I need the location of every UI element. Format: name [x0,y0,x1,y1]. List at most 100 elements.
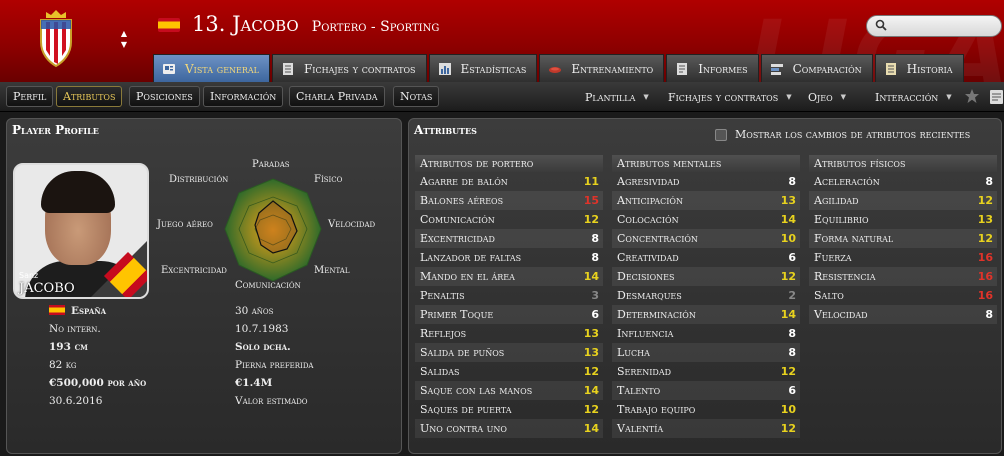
attribute-value: 16 [977,289,993,302]
attribute-row[interactable]: Velocidad 8 [809,305,997,324]
player-info-grid: España 30 años No intern. 10.7.1983 193 … [49,305,389,413]
header-bar: LIGA ▲ ▼ 13. Jacobo Portero - Sporting V… [0,0,1004,82]
mental-attributes-column: Atributos mentales Agresividad 8 Anticipac… [612,155,800,438]
attribute-row[interactable]: Decisiones 12 [612,267,800,286]
attribute-row[interactable]: Anticipación 13 [612,191,800,210]
club-crest-icon [40,10,72,68]
tab-comparison[interactable]: Comparación [760,54,873,82]
attribute-row[interactable]: Valentía 12 [612,419,800,438]
attribute-row[interactable]: Desmarques 2 [612,286,800,305]
attribute-row[interactable]: Reflejos 13 [415,324,603,343]
tab-label: Vista general [185,61,259,76]
attribute-row[interactable]: Trabajo equipo 10 [612,400,800,419]
attribute-row[interactable]: Excentricidad 8 [415,229,603,248]
attribute-name: Uno contra uno [420,422,507,435]
radar-label-speed: Velocidad [328,219,376,230]
attribute-row[interactable]: Concentración 10 [612,229,800,248]
attribute-row[interactable]: Fuerza 16 [809,248,997,267]
attribute-value: 12 [977,232,993,245]
attribute-name: Resistencia [814,270,876,283]
info-row: 82 kg Pierna preferida [49,359,389,377]
attribute-list: Aceleración 8 Agilidad 12 Equilibrio 13 Forma … [809,172,997,324]
subnav-profile-button[interactable]: Perfil [6,86,54,107]
attribute-row[interactable]: Saque con las manos 14 [415,381,603,400]
attribute-row[interactable]: Penaltis 3 [415,286,603,305]
attribute-value: 8 [788,175,796,188]
attribute-row[interactable]: Salto 16 [809,286,997,305]
attribute-row[interactable]: Salida de puños 13 [415,343,603,362]
info-row: €500,000 por año €1.4M [49,377,389,395]
info-row: España 30 años [49,305,389,323]
tab-history[interactable]: Historia [874,54,964,82]
attribute-row[interactable]: Lucha 8 [612,343,800,362]
subnav-private-chat-button[interactable]: Charla Privada [289,86,385,107]
attribute-value: 8 [985,175,993,188]
dropdown-interaction[interactable]: Interacción ▼ [875,87,952,107]
recent-changes-checkbox[interactable] [715,128,727,141]
dropdown-scouting[interactable]: Ojeo ▼ [808,87,846,107]
attribute-row[interactable]: Determinación 14 [612,305,800,324]
tab-training[interactable]: Entrenamiento [539,54,665,82]
attribute-row[interactable]: Mando en el área 14 [415,267,603,286]
attribute-row[interactable]: Serenidad 12 [612,362,800,381]
subnav-attributes-button[interactable]: Atributos [56,86,123,107]
info-row: 30.6.2016 Valor estimado [49,395,389,413]
attribute-name: Talento [617,384,661,397]
attribute-value: 12 [780,422,796,435]
attribute-row[interactable]: Agarre de balón 11 [415,172,603,191]
attribute-row[interactable]: Balones aéreos 15 [415,191,603,210]
attribute-row[interactable]: Resistencia 16 [809,267,997,286]
info-value: €1.4M [235,377,273,389]
attribute-row[interactable]: Colocación 14 [612,210,800,229]
attribute-value: 15 [583,194,599,207]
subnav-information-button[interactable]: Información [203,86,284,107]
goalkeeping-attributes-column: Atributos de portero Agarre de balón 11 Ba… [415,155,603,438]
arrow-down-icon[interactable]: ▼ [118,39,130,50]
search-input[interactable] [866,15,1002,37]
stats-icon [438,62,451,75]
attribute-row[interactable]: Agresividad 8 [612,172,800,191]
attribute-name: Colocación [617,213,679,226]
attribute-row[interactable]: Salidas 12 [415,362,603,381]
attribute-row[interactable]: Aceleración 8 [809,172,997,191]
dropdown-transfers[interactable]: Fichajes y contratos ▼ [668,87,792,107]
attribute-value: 16 [977,251,993,264]
attribute-row[interactable]: Agilidad 12 [809,191,997,210]
player-switch-arrows[interactable]: ▲ ▼ [118,28,130,52]
attribute-row[interactable]: Lanzador de faltas 8 [415,248,603,267]
attribute-row[interactable]: Forma natural 12 [809,229,997,248]
star-icon[interactable] [964,88,980,104]
attribute-row[interactable]: Uno contra uno 14 [415,419,603,438]
chevron-down-icon: ▼ [786,93,792,101]
attribute-name: Salidas [420,365,460,378]
attribute-row[interactable]: Talento 6 [612,381,800,400]
attribute-name: Valentía [617,422,664,435]
attribute-row[interactable]: Influencia 8 [612,324,800,343]
recent-changes-toggle[interactable]: Mostrar los cambios de atributos recient… [715,128,970,141]
radar-label-eccentricity: Excentricidad [161,265,227,276]
attribute-row[interactable]: Primer Toque 6 [415,305,603,324]
attribute-name: Trabajo equipo [617,403,696,416]
tab-stats[interactable]: Estadísticas [428,54,538,82]
dropdown-squad[interactable]: Plantilla ▼ [585,87,649,107]
info-age: 30 años [235,305,274,317]
info-wage: €500,000 por año [49,377,147,389]
tab-overview[interactable]: Vista general [153,54,270,82]
tab-transfers[interactable]: Fichajes y contratos [271,54,427,82]
chevron-down-icon: ▼ [946,93,952,101]
attribute-name: Comunicación [420,213,495,226]
physical-attributes-column: Atributos físicos Aceleración 8 Agilidad 12… [809,155,997,324]
attribute-row[interactable]: Creatividad 6 [612,248,800,267]
subnav-positions-button[interactable]: Posiciones [129,86,200,107]
attribute-value: 14 [583,384,599,397]
arrow-up-icon[interactable]: ▲ [118,28,130,39]
tab-reports[interactable]: Informes [666,54,759,82]
notes-icon[interactable] [989,89,1004,105]
attribute-row[interactable]: Comunicación 12 [415,210,603,229]
subnav-notes-button[interactable]: Notas [393,86,440,107]
attribute-name: Agilidad [814,194,859,207]
attribute-value: 6 [788,251,796,264]
attribute-row[interactable]: Saques de puerta 12 [415,400,603,419]
attribute-row[interactable]: Equilibrio 13 [809,210,997,229]
info-caps: No intern. [49,323,101,335]
